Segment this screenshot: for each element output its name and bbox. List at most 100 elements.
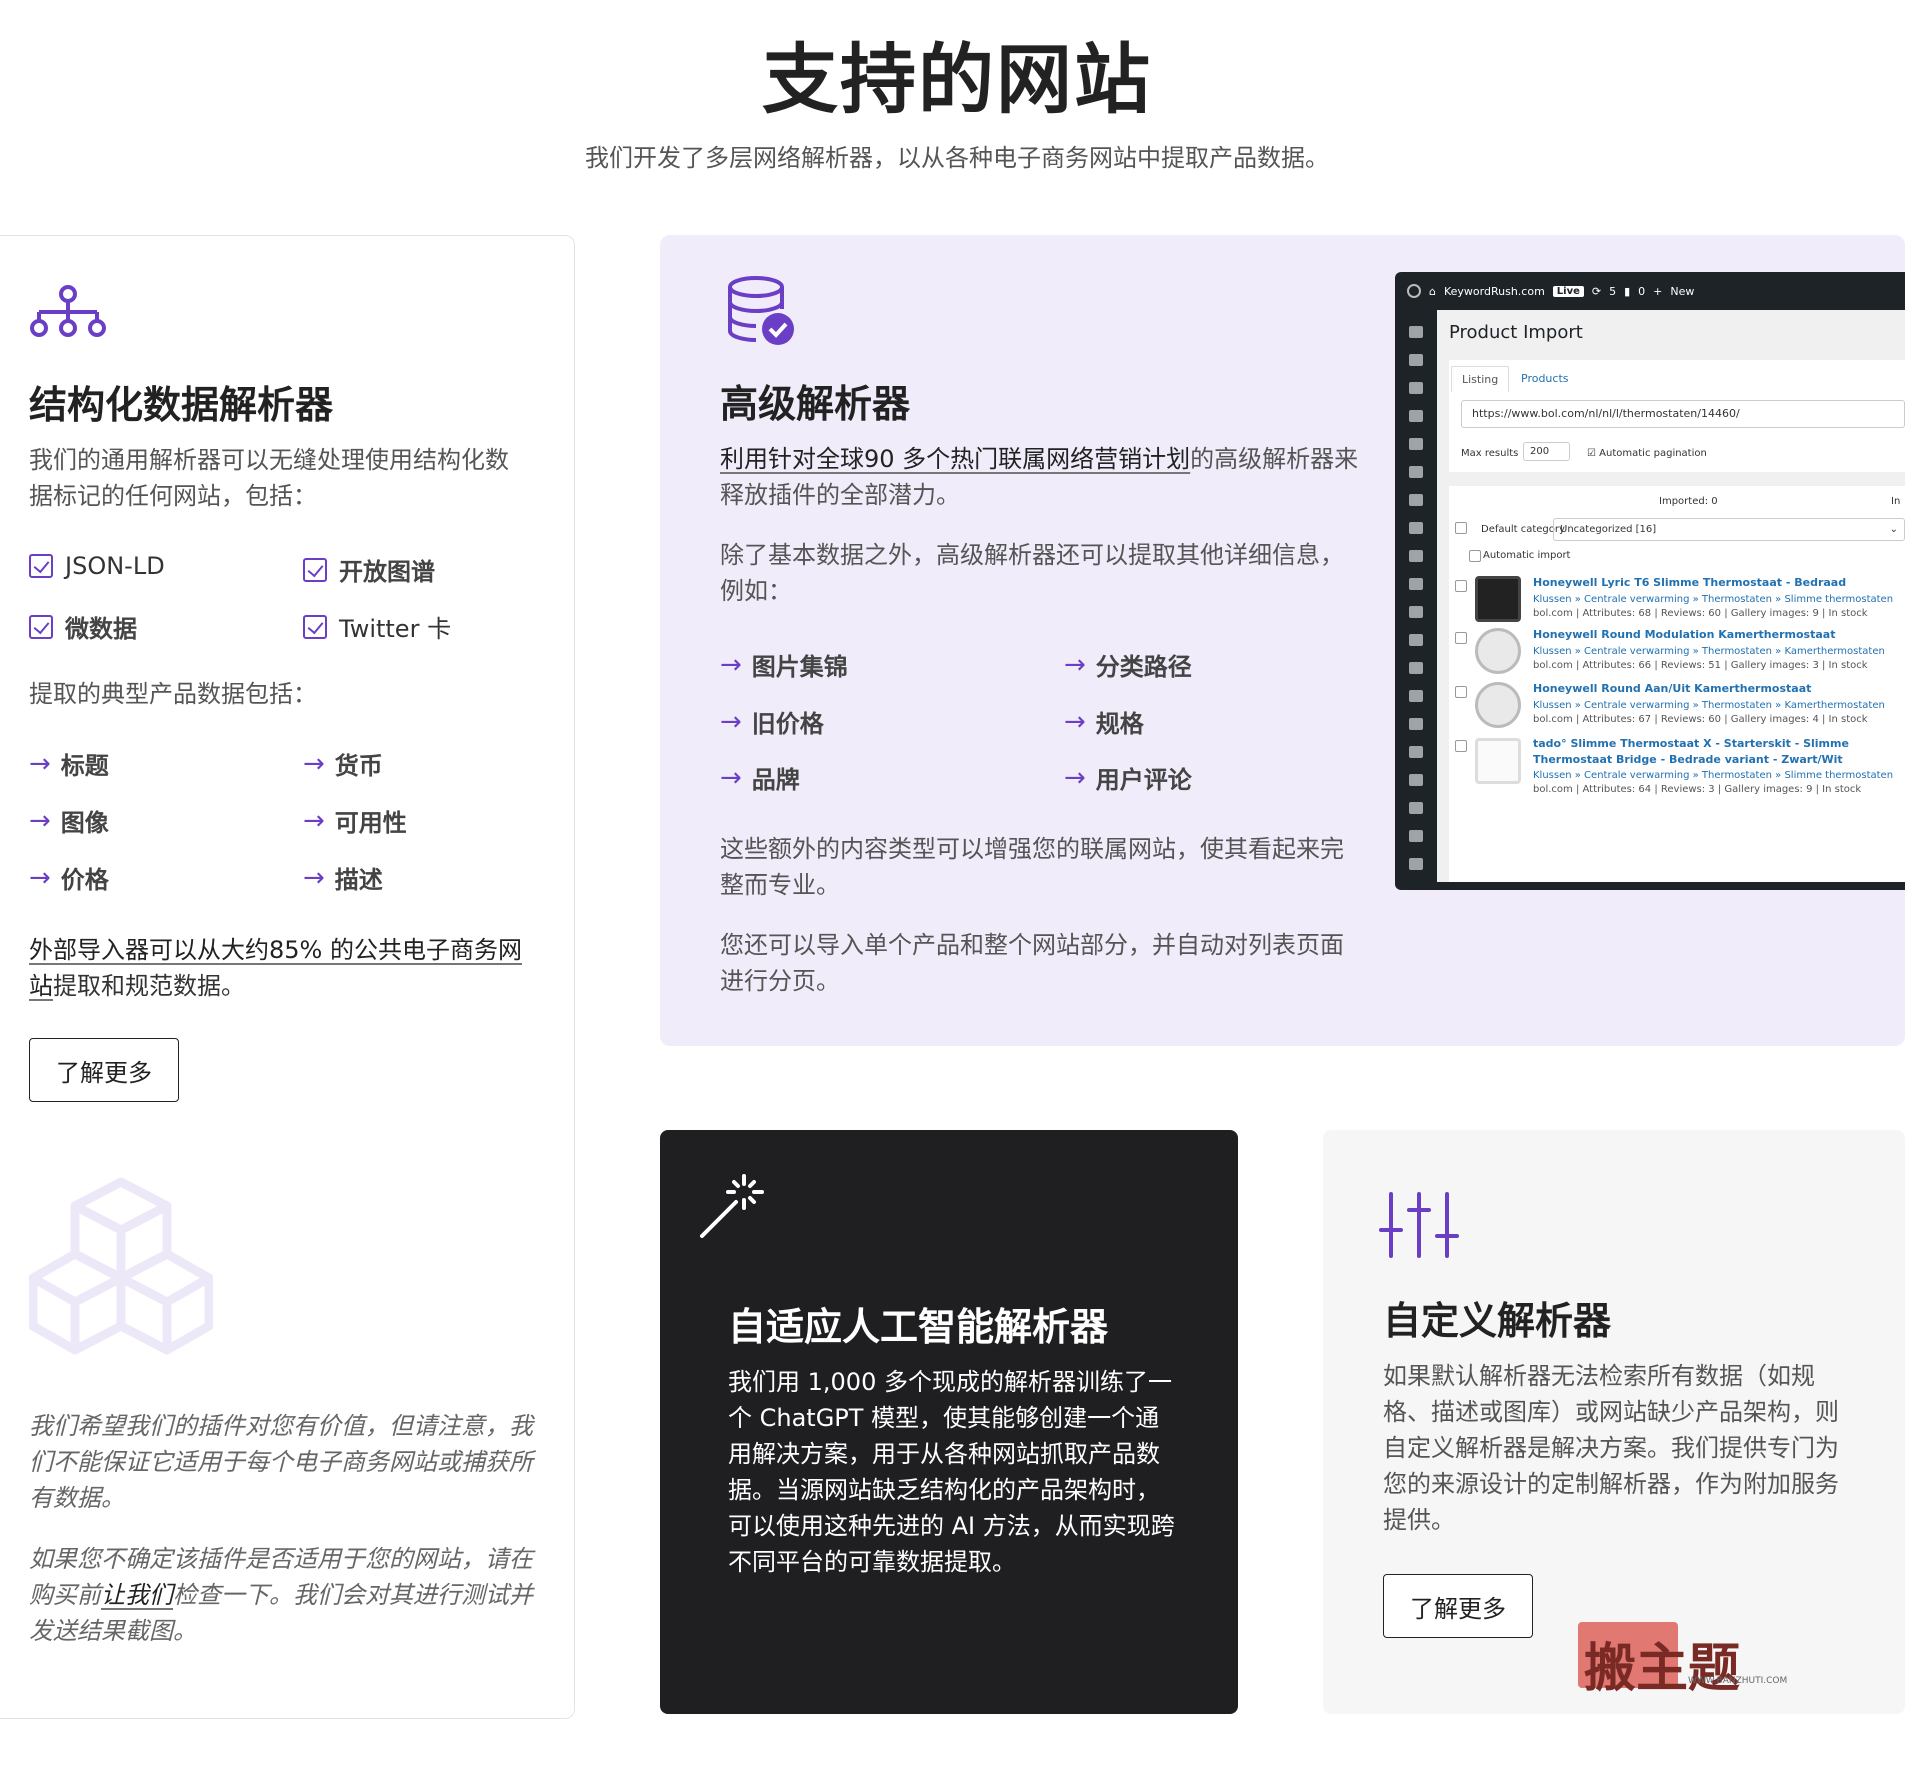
admin-bar: ⌂ KeywordRush.com Live ⟳ 5 ▮ 0 + New bbox=[1395, 272, 1905, 310]
magic-wand-icon bbox=[700, 1174, 764, 1238]
arrow-right-icon: → bbox=[1064, 649, 1086, 680]
max-results-label: Max results bbox=[1461, 448, 1519, 459]
pagination-checkbox[interactable]: ☑ Automatic pagination bbox=[1587, 448, 1707, 459]
menu-icon[interactable] bbox=[1409, 326, 1423, 338]
product-thumb bbox=[1475, 682, 1521, 728]
menu-icon[interactable] bbox=[1409, 690, 1423, 702]
product-meta: bol.com | Attributes: 67 | Reviews: 60 |… bbox=[1533, 714, 1868, 725]
arrow-right-icon: → bbox=[29, 748, 51, 779]
cubes-icon bbox=[29, 1177, 213, 1355]
affiliate-programs-link[interactable]: 利用针对全球90 多个热门联属网络营销计划 bbox=[720, 445, 1190, 473]
sitemap-icon bbox=[30, 285, 106, 337]
menu-icon[interactable] bbox=[1409, 578, 1423, 590]
chevron-down-icon: ⌄ bbox=[1889, 524, 1898, 535]
menu-icon[interactable] bbox=[1409, 438, 1423, 450]
product-thumb bbox=[1475, 738, 1521, 784]
product-title[interactable]: Honeywell Round Aan/Uit Kamerthermostaat bbox=[1533, 682, 1811, 695]
checkbox-icon bbox=[303, 614, 327, 639]
menu-icon[interactable] bbox=[1409, 522, 1423, 534]
field-item: → 图片集锦 bbox=[720, 649, 848, 682]
product-title[interactable]: tado° Slimme Thermostaat X - Starterskit… bbox=[1533, 736, 1905, 768]
learn-more-button[interactable]: 了解更多 bbox=[29, 1038, 179, 1102]
admin-sidebar bbox=[1395, 310, 1437, 890]
arrow-right-icon: → bbox=[303, 748, 325, 779]
format-item: JSON-LD bbox=[29, 552, 165, 580]
page-subtitle: 我们开发了多层网络解析器，以从各种电子商务网站中提取产品数据。 bbox=[585, 144, 1329, 172]
product-path: Klussen » Centrale verwarming » Thermost… bbox=[1533, 700, 1885, 711]
watermark: 搬主题 WWW.BANZHUTI.COM bbox=[1578, 1622, 1808, 1699]
arrow-right-icon: → bbox=[303, 805, 325, 836]
category-select[interactable]: Uncategorized [16] ⌄ bbox=[1553, 518, 1905, 541]
updates-count: 5 bbox=[1609, 284, 1617, 298]
format-item: 微数据 bbox=[29, 609, 137, 644]
page-title: 支持的网站 bbox=[762, 35, 1152, 124]
wordpress-icon bbox=[1407, 284, 1421, 298]
advanced-p1: 利用针对全球90 多个热门联属网络营销计划的高级解析器来释放插件的全部潜力。 bbox=[720, 445, 1359, 509]
arrow-right-icon: → bbox=[29, 862, 51, 893]
product-title[interactable]: Honeywell Round Modulation Kamerthermost… bbox=[1533, 628, 1835, 641]
arrow-right-icon: → bbox=[1064, 706, 1086, 737]
menu-icon[interactable] bbox=[1409, 466, 1423, 478]
custom-title: 自定义解析器 bbox=[1383, 1299, 1612, 1343]
max-results-input[interactable]: 200 bbox=[1523, 442, 1571, 461]
comments-icon[interactable]: ▮ bbox=[1624, 285, 1630, 298]
checkbox[interactable] bbox=[1455, 632, 1467, 644]
tab-products[interactable]: Products bbox=[1511, 366, 1579, 391]
home-icon: ⌂ bbox=[1429, 284, 1436, 298]
format-item: 开放图谱 bbox=[303, 552, 435, 587]
updates-icon[interactable]: ⟳ bbox=[1592, 285, 1601, 298]
disclaimer-text: 我们希望我们的插件对您有价值，但请注意，我们不能保证它适用于每个电子商务网站或捕… bbox=[29, 1412, 533, 1512]
database-check-icon bbox=[728, 276, 794, 345]
new-menu[interactable]: New bbox=[1670, 285, 1694, 298]
tab-listing[interactable]: Listing bbox=[1451, 366, 1510, 392]
menu-icon[interactable] bbox=[1409, 606, 1423, 618]
product-import-screenshot: ⌂ KeywordRush.com Live ⟳ 5 ▮ 0 + New Pro… bbox=[1395, 272, 1905, 890]
checkbox-icon bbox=[29, 554, 53, 578]
checkbox[interactable] bbox=[1455, 686, 1467, 698]
product-meta: bol.com | Attributes: 64 | Reviews: 3 | … bbox=[1533, 784, 1862, 795]
arrow-right-icon: → bbox=[720, 706, 742, 737]
checkbox[interactable] bbox=[1455, 740, 1467, 752]
menu-icon[interactable] bbox=[1409, 662, 1423, 674]
url-input[interactable]: https://www.bol.com/nl/nl/l/thermostaten… bbox=[1461, 400, 1905, 428]
watermark-url: WWW.BANZHUTI.COM bbox=[1688, 1676, 1788, 1686]
product-title[interactable]: Honeywell Lyric T6 Slimme Thermostaat - … bbox=[1533, 576, 1846, 589]
ai-desc: 我们用 1,000 多个现成的解析器训练了一个 ChatGPT 模型，使其能够创… bbox=[728, 1368, 1175, 1576]
arrow-right-icon: → bbox=[29, 805, 51, 836]
contact-link[interactable]: 让我们 bbox=[101, 1581, 173, 1609]
learn-more-button[interactable]: 了解更多 bbox=[1383, 1574, 1533, 1638]
menu-icon[interactable] bbox=[1409, 718, 1423, 730]
menu-icon[interactable] bbox=[1409, 550, 1423, 562]
menu-icon[interactable] bbox=[1409, 634, 1423, 646]
in-label: In bbox=[1891, 496, 1901, 507]
menu-icon[interactable] bbox=[1409, 746, 1423, 758]
import-main: Product Import Listing Products https://… bbox=[1437, 310, 1905, 882]
product-meta: bol.com | Attributes: 68 | Reviews: 60 |… bbox=[1533, 608, 1868, 619]
menu-icon[interactable] bbox=[1409, 858, 1423, 870]
product-path: Klussen » Centrale verwarming » Thermost… bbox=[1533, 770, 1894, 781]
menu-icon[interactable] bbox=[1409, 830, 1423, 842]
import-title: Product Import bbox=[1449, 322, 1583, 343]
field-item: → 描述 bbox=[303, 862, 383, 895]
menu-icon[interactable] bbox=[1409, 774, 1423, 786]
menu-icon[interactable] bbox=[1409, 354, 1423, 366]
checkbox[interactable] bbox=[1455, 522, 1467, 534]
sliders-icon bbox=[1379, 1192, 1459, 1258]
checkbox-icon bbox=[303, 557, 327, 582]
advanced-p2: 除了基本数据之外，高级解析器还可以提取其他详细信息，例如： bbox=[720, 541, 1344, 605]
site-name[interactable]: KeywordRush.com bbox=[1444, 285, 1545, 298]
menu-icon[interactable] bbox=[1409, 382, 1423, 394]
menu-icon[interactable] bbox=[1409, 802, 1423, 814]
checkbox[interactable] bbox=[1455, 580, 1467, 592]
structured-parser-card: 结构化数据解析器 我们的通用解析器可以无缝处理使用结构化数据标记的任何网站，包括… bbox=[0, 235, 575, 1719]
field-item: → 规格 bbox=[1064, 706, 1144, 739]
watermark-text: 搬主题 bbox=[1584, 1638, 1741, 1699]
menu-icon[interactable] bbox=[1409, 494, 1423, 506]
checkbox[interactable] bbox=[1469, 550, 1481, 562]
comments-count: 0 bbox=[1638, 284, 1646, 298]
auto-import-label: Automatic import bbox=[1483, 550, 1571, 561]
menu-icon[interactable] bbox=[1409, 410, 1423, 422]
field-item: → 标题 bbox=[29, 748, 109, 781]
checkbox-icon bbox=[29, 614, 53, 639]
arrow-right-icon: → bbox=[1064, 762, 1086, 793]
